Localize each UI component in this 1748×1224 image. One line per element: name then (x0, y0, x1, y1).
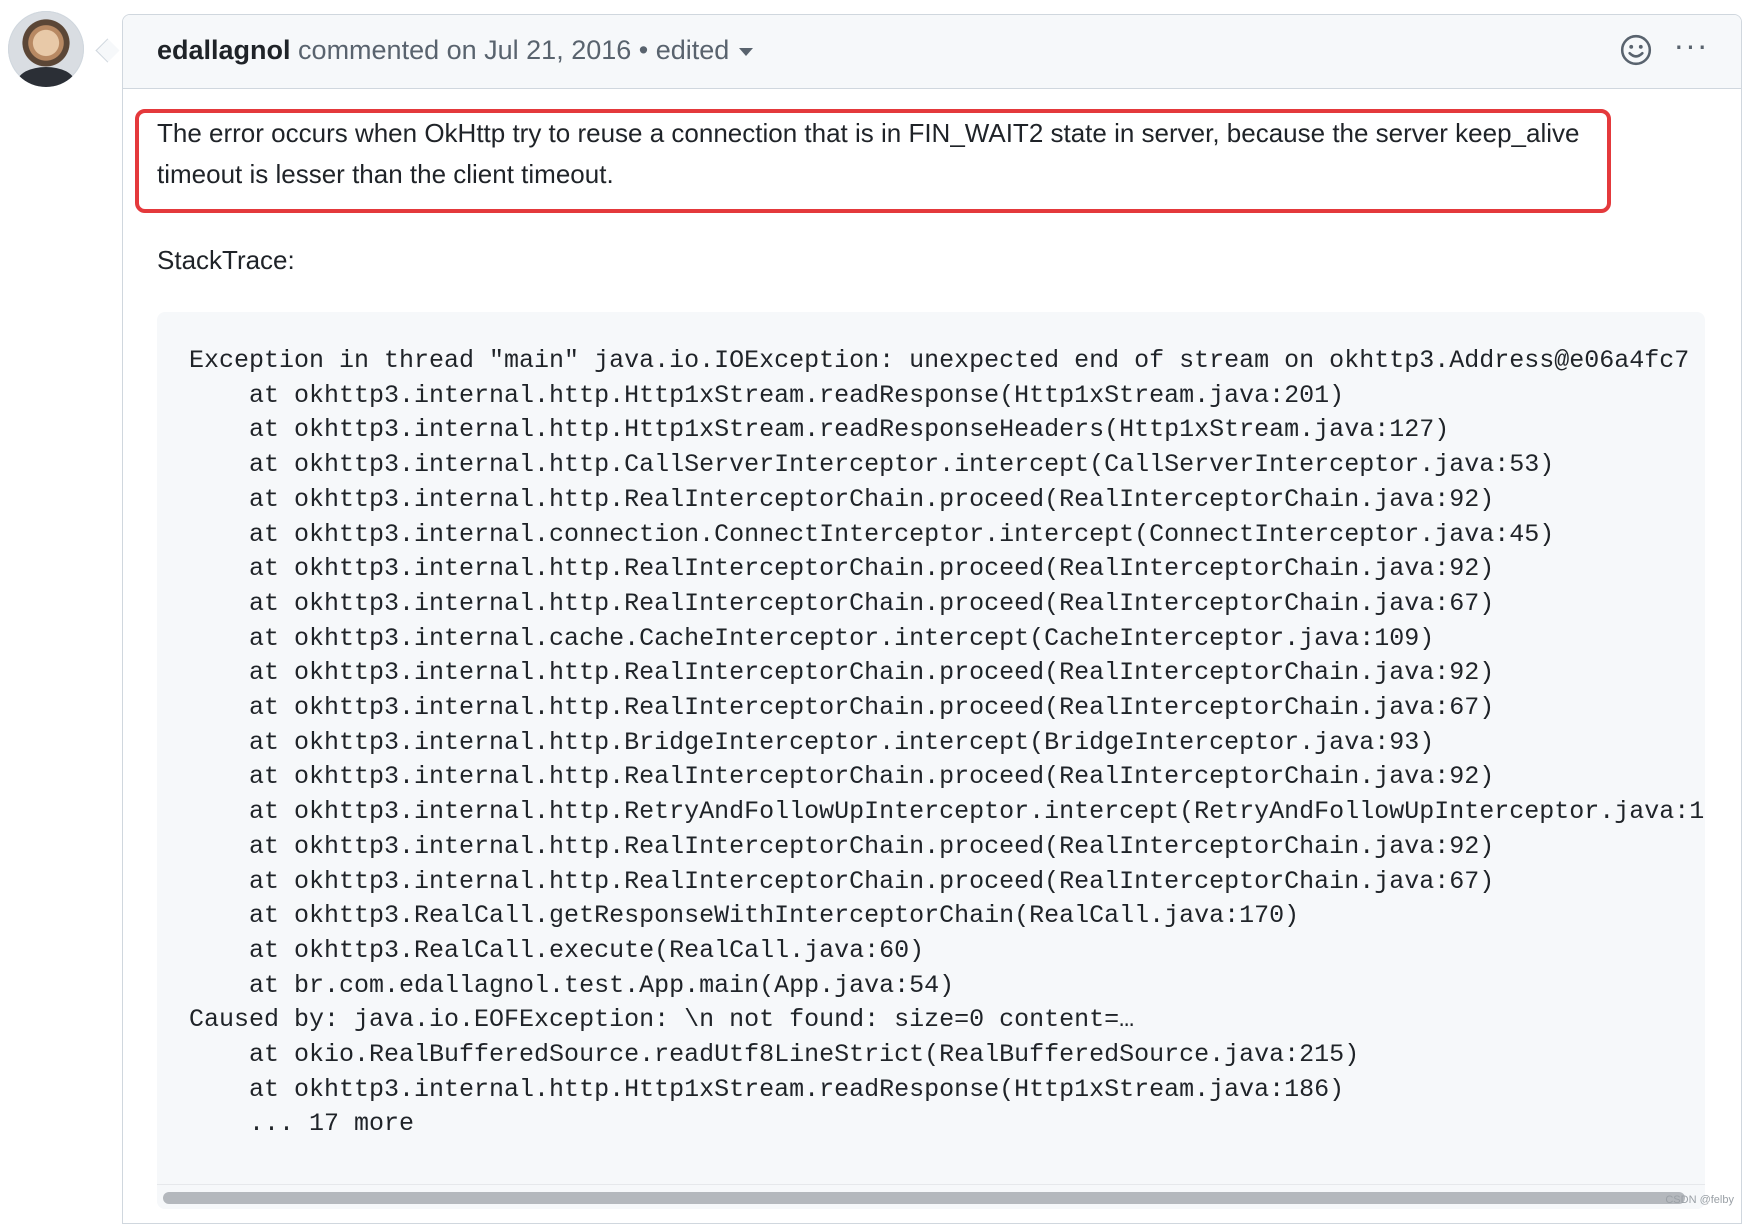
code-line: at okhttp3.RealCall.getResponseWithInter… (189, 901, 1300, 931)
code-line: at okhttp3.internal.http.CallServerInter… (189, 450, 1555, 480)
stacktrace-code: Exception in thread "main" java.io.IOExc… (189, 344, 1705, 1142)
smiley-icon[interactable] (1619, 33, 1653, 67)
code-line: at okhttp3.internal.http.RealInterceptor… (189, 866, 1495, 896)
code-line: at okhttp3.internal.http.RealInterceptor… (189, 658, 1495, 688)
author-avatar[interactable] (8, 11, 84, 87)
edited-label: edited (655, 35, 730, 65)
comment-meta: edallagnol commented on Jul 21, 2016 • e… (157, 35, 754, 66)
author-link[interactable]: edallagnol (157, 35, 291, 65)
comment-pointer (95, 38, 120, 63)
code-line: Caused by: java.io.EOFException: \n not … (189, 1005, 1135, 1035)
code-line: ... 17 more (189, 1109, 415, 1139)
chevron-down-icon (739, 47, 754, 56)
code-line: at okhttp3.internal.http.RealInterceptor… (189, 588, 1495, 618)
stacktrace-label: StackTrace: (157, 245, 295, 275)
code-block[interactable]: Exception in thread "main" java.io.IOExc… (157, 312, 1705, 1209)
code-line: at okhttp3.internal.http.RealInterceptor… (189, 484, 1495, 514)
comment-body-paragraph: The error occurs when OkHttp try to reus… (157, 118, 1580, 189)
scrollbar-thumb[interactable] (163, 1192, 1685, 1204)
code-line: at okhttp3.internal.cache.CacheIntercept… (189, 623, 1435, 653)
comment-card: edallagnol commented on Jul 21, 2016 • e… (122, 14, 1742, 1224)
code-line: at okhttp3.internal.http.RealInterceptor… (189, 831, 1495, 861)
horizontal-scrollbar[interactable] (157, 1184, 1705, 1209)
code-line: at okhttp3.internal.http.Http1xStream.re… (189, 1074, 1345, 1104)
meta-separator: • (638, 35, 649, 65)
code-line: at okhttp3.internal.http.RealInterceptor… (189, 762, 1495, 792)
code-line: at okhttp3.RealCall.execute(RealCall.jav… (189, 935, 925, 965)
comment-timestamp[interactable]: commented on Jul 21, 2016 (298, 35, 631, 65)
code-line: at okhttp3.internal.http.Http1xStream.re… (189, 415, 1450, 445)
avatar-shirt (18, 67, 74, 87)
code-line: at okhttp3.internal.connection.ConnectIn… (189, 519, 1555, 549)
code-line: at okhttp3.internal.http.RealInterceptor… (189, 554, 1495, 584)
code-line: at br.com.edallagnol.test.App.main(App.j… (189, 970, 955, 1000)
comment-header: edallagnol commented on Jul 21, 2016 • e… (123, 15, 1741, 89)
code-line: Exception in thread "main" java.io.IOExc… (189, 346, 1690, 375)
code-line: at okhttp3.internal.http.RealInterceptor… (189, 693, 1495, 723)
edited-dropdown[interactable]: edited (656, 35, 754, 65)
kebab-horizontal-icon[interactable]: ··· (1669, 29, 1713, 61)
code-line: at okhttp3.internal.http.BridgeIntercept… (189, 727, 1435, 757)
watermark: CSDN @felby (1665, 1194, 1734, 1206)
code-line: at okhttp3.internal.http.Http1xStream.re… (189, 380, 1345, 410)
code-line: at okhttp3.internal.http.RetryAndFollowU… (189, 797, 1705, 827)
code-line: at okio.RealBufferedSource.readUtf8LineS… (189, 1040, 1360, 1070)
